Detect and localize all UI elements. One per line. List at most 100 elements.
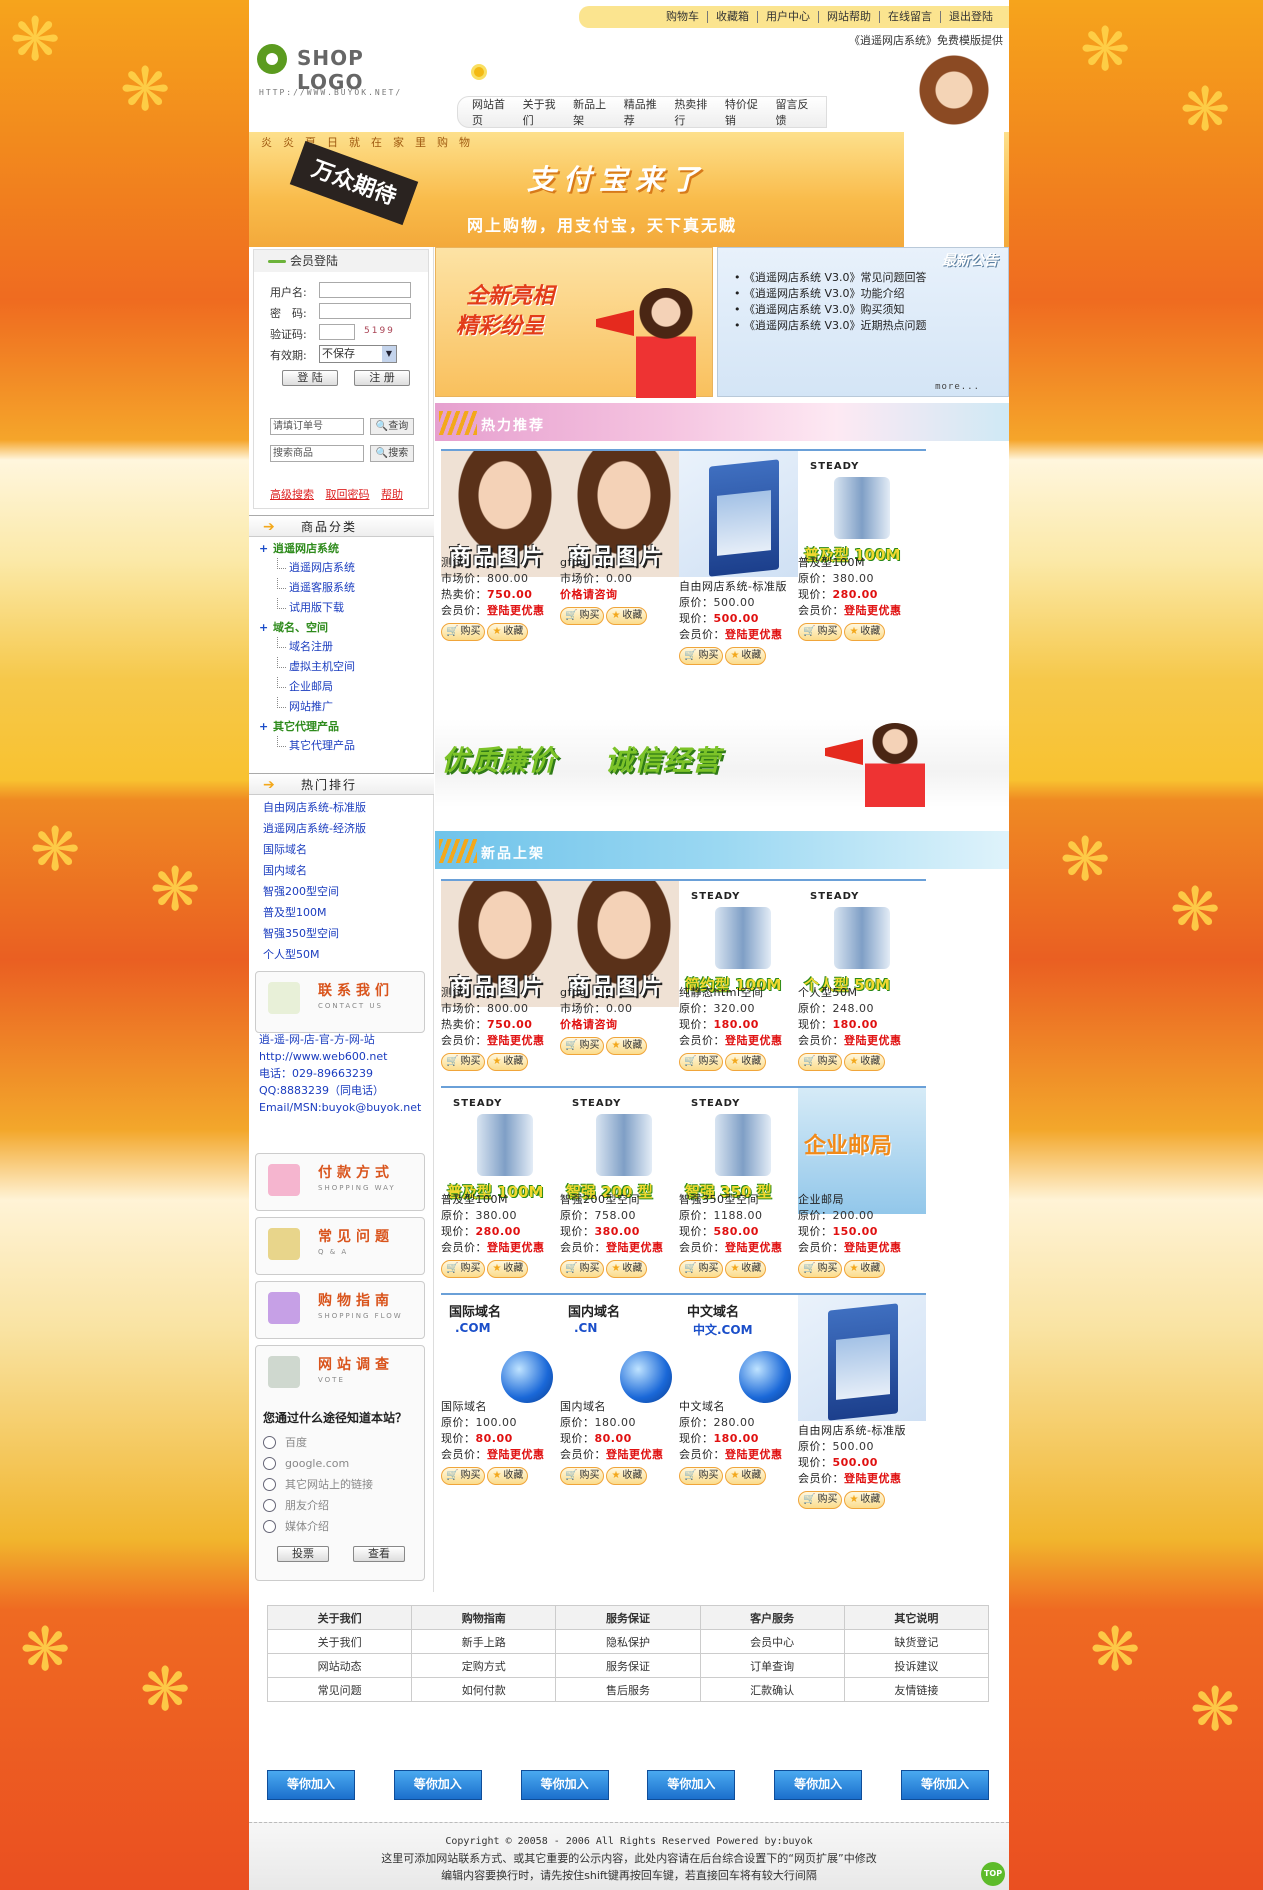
- category-root[interactable]: 其它代理产品: [259, 717, 355, 736]
- advanced-search-link[interactable]: 高级搜索: [270, 488, 314, 501]
- recover-password-link[interactable]: 取回密码: [326, 488, 370, 501]
- nav-home[interactable]: 网站首页: [472, 96, 510, 128]
- buy-button[interactable]: 🛒 购买: [560, 1467, 605, 1485]
- favorite-button[interactable]: ★ 收藏: [487, 1467, 529, 1485]
- buy-button[interactable]: 🛒 购买: [798, 623, 843, 641]
- footer-link[interactable]: 关于我们: [266, 1629, 413, 1654]
- help-link[interactable]: 帮助: [381, 488, 403, 501]
- password-input[interactable]: [319, 303, 411, 319]
- nav-featured[interactable]: 精品推荐: [624, 96, 662, 128]
- buy-button[interactable]: 🛒 购买: [560, 1037, 605, 1055]
- favorite-button[interactable]: ★ 收藏: [606, 607, 648, 625]
- favorite-button[interactable]: ★ 收藏: [487, 1053, 529, 1071]
- vote-option[interactable]: 媒体介绍: [263, 1516, 407, 1537]
- favorite-button[interactable]: ★ 收藏: [606, 1037, 648, 1055]
- top-link-logout[interactable]: 退出登陆: [940, 11, 1001, 23]
- category-item[interactable]: 逍遥客服系统: [259, 578, 355, 598]
- vote-option[interactable]: 朋友介绍: [263, 1495, 407, 1516]
- buy-button[interactable]: 🛒 购买: [441, 1260, 486, 1278]
- category-item[interactable]: 网站推广: [259, 697, 355, 717]
- nav-hot[interactable]: 热卖排行: [674, 96, 712, 128]
- contact-url[interactable]: http://www.web600.net: [259, 1048, 421, 1065]
- buy-button[interactable]: 🛒 购买: [798, 1260, 843, 1278]
- buy-button[interactable]: 🛒 购买: [679, 1053, 724, 1071]
- favorite-button[interactable]: ★ 收藏: [725, 1260, 767, 1278]
- favorite-button[interactable]: ★ 收藏: [725, 647, 767, 665]
- promo-banner[interactable]: 全新亮相 精彩纷呈: [435, 247, 713, 398]
- favorite-button[interactable]: ★ 收藏: [725, 1467, 767, 1485]
- category-root[interactable]: 域名、空间: [259, 618, 355, 637]
- username-input[interactable]: [319, 282, 411, 298]
- category-root[interactable]: 逍遥网店系统: [259, 539, 355, 558]
- buy-button[interactable]: 🛒 购买: [798, 1491, 843, 1509]
- product-name[interactable]: 中文域名: [679, 1399, 783, 1415]
- favorite-button[interactable]: ★ 收藏: [725, 1053, 767, 1071]
- vote-button[interactable]: 投票: [277, 1546, 329, 1562]
- buy-button[interactable]: 🛒 购买: [679, 1467, 724, 1485]
- vote-option[interactable]: google.com: [263, 1453, 407, 1474]
- top-link-help[interactable]: 网站帮助: [818, 11, 879, 23]
- footer-link[interactable]: 缺货登记: [843, 1629, 990, 1654]
- buy-button[interactable]: 🛒 购买: [679, 1260, 724, 1278]
- product-name[interactable]: 国内域名: [560, 1399, 664, 1415]
- product-name[interactable]: 企业邮局: [798, 1192, 902, 1208]
- footer-link[interactable]: 定购方式: [411, 1653, 557, 1678]
- login-button[interactable]: 登 陆: [282, 370, 338, 386]
- footer-link[interactable]: 隐私保护: [555, 1629, 701, 1654]
- category-item[interactable]: 域名注册: [259, 637, 355, 657]
- footer-link[interactable]: 汇款确认: [699, 1677, 845, 1702]
- category-item[interactable]: 逍遥网店系统: [259, 558, 355, 578]
- notice-item[interactable]: 《逍遥网店系统 V3.0》常见问题回答: [734, 270, 927, 286]
- hot-rank-item[interactable]: 国际域名: [263, 839, 366, 860]
- favorite-button[interactable]: ★ 收藏: [844, 1491, 886, 1509]
- notice-item[interactable]: 《逍遥网店系统 V3.0》功能介绍: [734, 286, 927, 302]
- hot-rank-item[interactable]: 智强350型空间: [263, 923, 366, 944]
- hot-rank-item[interactable]: 逍遥网店系统-经济版: [263, 818, 366, 839]
- favorite-button[interactable]: ★ 收藏: [844, 1053, 886, 1071]
- product-name[interactable]: 普及型100M: [798, 555, 902, 571]
- order-input[interactable]: 请填订单号: [270, 418, 364, 435]
- view-results-button[interactable]: 查看: [353, 1546, 405, 1562]
- footer-link[interactable]: 网站动态: [266, 1653, 413, 1678]
- product-image[interactable]: [798, 1293, 926, 1421]
- buy-button[interactable]: 🛒 购买: [560, 607, 605, 625]
- buy-button[interactable]: 🛒 购买: [441, 623, 486, 641]
- favorite-button[interactable]: ★ 收藏: [487, 1260, 529, 1278]
- top-link-favorites[interactable]: 收藏箱: [707, 11, 757, 23]
- buy-button[interactable]: 🛒 购买: [798, 1053, 843, 1071]
- product-name[interactable]: 智强200型空间: [560, 1192, 664, 1208]
- category-item[interactable]: 虚拟主机空间: [259, 657, 355, 677]
- hot-rank-item[interactable]: 国内域名: [263, 860, 366, 881]
- hot-rank-item[interactable]: 个人型50M: [263, 944, 366, 965]
- partner-link-button[interactable]: 等你加入: [520, 1770, 609, 1800]
- category-item[interactable]: 企业邮局: [259, 677, 355, 697]
- footer-link[interactable]: 常见问题: [266, 1677, 413, 1702]
- buy-button[interactable]: 🛒 购买: [441, 1053, 486, 1071]
- buy-button[interactable]: 🛒 购买: [441, 1467, 486, 1485]
- favorite-button[interactable]: ★ 收藏: [844, 623, 886, 641]
- partner-link-button[interactable]: 等你加入: [900, 1770, 989, 1800]
- favorite-button[interactable]: ★ 收藏: [844, 1260, 886, 1278]
- product-name[interactable]: gfdg: [560, 985, 633, 1001]
- product-name[interactable]: 个人型50M: [798, 985, 902, 1001]
- payment-box[interactable]: 付款方式 SHOPPING WAY: [255, 1153, 425, 1211]
- partner-link-button[interactable]: 等你加入: [647, 1770, 736, 1800]
- product-image[interactable]: [679, 449, 807, 577]
- product-name[interactable]: 测试: [441, 555, 545, 571]
- category-item[interactable]: 其它代理产品: [259, 736, 355, 756]
- back-to-top-button[interactable]: TOP: [981, 1862, 1005, 1886]
- footer-link[interactable]: 新手上路: [411, 1629, 557, 1654]
- guide-box[interactable]: 购物指南 SHOPPING FLOW: [255, 1281, 425, 1339]
- nav-feedback[interactable]: 留言反馈: [775, 96, 813, 128]
- expiry-select[interactable]: 不保存: [319, 345, 397, 363]
- favorite-button[interactable]: ★ 收藏: [606, 1467, 648, 1485]
- favorite-button[interactable]: ★ 收藏: [606, 1260, 648, 1278]
- product-name[interactable]: 国际域名: [441, 1399, 545, 1415]
- footer-link[interactable]: 如何付款: [411, 1677, 557, 1702]
- top-link-message[interactable]: 在线留言: [879, 11, 940, 23]
- product-name[interactable]: gfdg: [560, 555, 633, 571]
- buy-button[interactable]: 🛒 购买: [679, 647, 724, 665]
- captcha-input[interactable]: [319, 324, 355, 340]
- product-name[interactable]: 自由网店系统-标准版: [798, 1423, 906, 1439]
- footer-link[interactable]: 会员中心: [699, 1629, 845, 1654]
